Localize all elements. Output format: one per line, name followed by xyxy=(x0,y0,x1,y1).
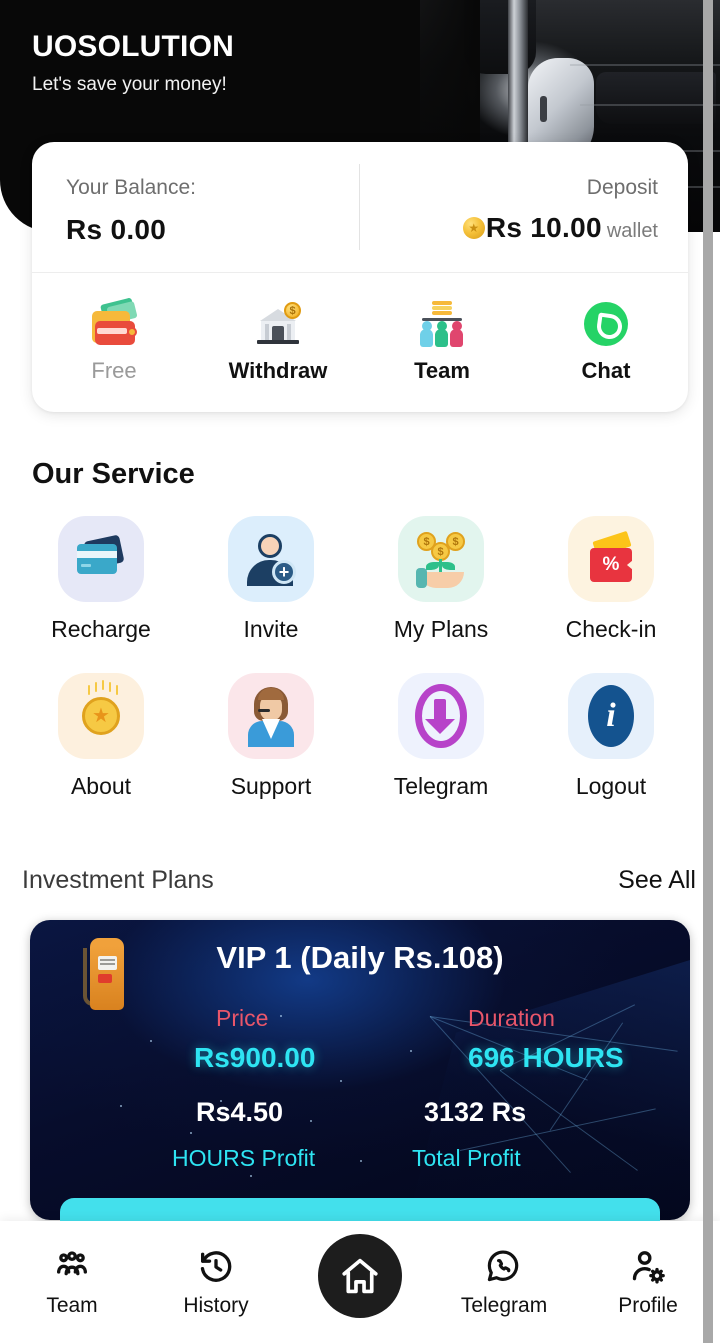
vip-plan-title: VIP 1 (Daily Rs.108) xyxy=(216,940,504,975)
nav-item-home[interactable] xyxy=(288,1233,432,1325)
deposit-label: Deposit xyxy=(586,176,658,199)
investment-plans-title: Investment Plans xyxy=(22,866,214,894)
service-item-recharge[interactable]: Recharge xyxy=(16,516,186,643)
vip-price-value: Rs900.00 xyxy=(194,1042,316,1073)
bottom-navigation-bar: Team History Telegram Profile xyxy=(0,1221,720,1343)
our-service-title: Our Service xyxy=(32,458,195,490)
service-item-label: Recharge xyxy=(51,616,151,642)
add-user-icon xyxy=(228,516,314,602)
deposit-unit: wallet xyxy=(606,220,658,242)
service-item-label: Support xyxy=(230,773,312,799)
vip-hours-profit-label: HOURS Profit xyxy=(172,1145,316,1171)
nav-item-telegram[interactable]: Telegram xyxy=(432,1247,576,1318)
service-item-telegram[interactable]: Telegram xyxy=(356,673,526,800)
team-hierarchy-icon xyxy=(418,301,466,347)
service-item-about[interactable]: About xyxy=(16,673,186,800)
whatsapp-outline-icon xyxy=(484,1247,524,1287)
nav-item-profile[interactable]: Profile xyxy=(576,1247,720,1318)
service-item-support[interactable]: Support xyxy=(186,673,356,800)
service-item-my-plans[interactable]: My Plans xyxy=(356,516,526,643)
person-gear-icon xyxy=(628,1247,668,1287)
service-item-invite[interactable]: Invite xyxy=(186,516,356,643)
quick-action-label: Free xyxy=(91,358,137,383)
truck-wireframe-graphic xyxy=(408,960,690,1220)
balance-block: Your Balance: Rs 0.00 xyxy=(32,142,360,272)
vip-price-label: Price xyxy=(216,1005,269,1031)
quick-action-label: Chat xyxy=(581,358,631,383)
service-item-label: My Plans xyxy=(393,616,489,642)
medal-star-icon xyxy=(58,673,144,759)
service-item-label: Logout xyxy=(575,773,647,799)
vip-total-profit-label: Total Profit xyxy=(412,1145,521,1171)
nav-item-label: History xyxy=(183,1293,249,1317)
clock-rewind-icon xyxy=(196,1247,236,1287)
see-all-link[interactable]: See All xyxy=(618,866,696,895)
service-item-label: Check-in xyxy=(565,616,657,642)
nav-item-history[interactable]: History xyxy=(144,1247,288,1318)
nav-item-label: Team xyxy=(46,1293,98,1317)
nav-item-label: Profile xyxy=(618,1293,678,1317)
download-ring-icon xyxy=(398,673,484,759)
deposit-value: Rs 10.00 xyxy=(485,212,602,243)
nav-item-team[interactable]: Team xyxy=(0,1247,144,1318)
app-root: UOSOLUTION Let's save your money! Your B… xyxy=(0,0,720,1343)
investment-plans-header: Investment Plans See All xyxy=(0,866,720,902)
quick-actions-row: Free Withdraw Team xyxy=(32,273,688,412)
money-plant-hand-icon xyxy=(398,516,484,602)
nav-item-label: Telegram xyxy=(460,1293,548,1317)
info-badge-icon xyxy=(568,673,654,759)
quick-action-withdraw[interactable]: Withdraw xyxy=(196,273,360,412)
service-item-check-in[interactable]: % Check-in xyxy=(526,516,696,643)
vertical-divider xyxy=(359,164,360,250)
service-grid: Recharge Invite My Plans % Check-in xyxy=(16,516,704,830)
service-item-label: About xyxy=(70,773,132,799)
whatsapp-icon xyxy=(582,301,630,347)
quick-action-chat[interactable]: Chat xyxy=(524,273,688,412)
deposit-block: Deposit Rs 10.00 wallet xyxy=(360,142,688,272)
service-item-label: Telegram xyxy=(393,773,489,799)
vip-hours-profit-value: Rs4.50 xyxy=(196,1097,284,1127)
home-icon xyxy=(318,1233,402,1318)
headset-agent-icon xyxy=(228,673,314,759)
balance-value: Rs 0.00 xyxy=(66,214,167,245)
vip-total-profit-value: 3132 Rs xyxy=(424,1097,527,1127)
quick-action-team[interactable]: Team xyxy=(360,273,524,412)
quick-action-label: Team xyxy=(414,358,470,383)
bank-coin-icon xyxy=(254,301,302,347)
service-item-label: Invite xyxy=(243,616,299,642)
balance-label: Your Balance: xyxy=(66,176,196,199)
quick-action-free[interactable]: Free xyxy=(32,273,196,412)
vip-duration-label: Duration xyxy=(468,1005,555,1031)
vip-duration-value: 696 HOURS xyxy=(468,1042,624,1073)
balance-summary: Your Balance: Rs 0.00 Deposit Rs 10.00 w… xyxy=(32,142,688,273)
service-item-logout[interactable]: Logout xyxy=(526,673,696,800)
gold-coin-icon xyxy=(462,217,485,239)
credit-cards-icon xyxy=(58,516,144,602)
wallet-money-icon xyxy=(90,297,138,347)
brand-tagline: Let's save your money! xyxy=(32,74,227,95)
percent-wallet-icon: % xyxy=(568,516,654,602)
quick-action-label: Withdraw xyxy=(228,358,328,383)
brand-title: UOSOLUTION xyxy=(32,30,234,63)
balance-card: Your Balance: Rs 0.00 Deposit Rs 10.00 w… xyxy=(32,142,688,412)
group-people-icon xyxy=(52,1247,92,1287)
vertical-scrollbar[interactable] xyxy=(703,0,713,1343)
